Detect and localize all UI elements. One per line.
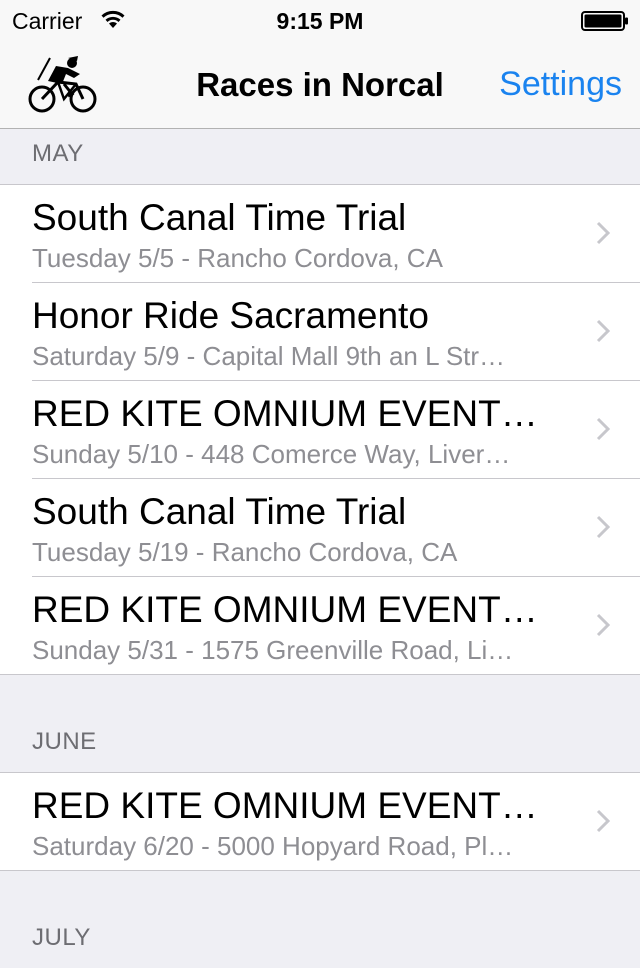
section-header-july: JULY (0, 871, 640, 968)
race-row[interactable]: Honor Ride Sacramento Saturday 5/9 - Cap… (0, 282, 640, 380)
race-row[interactable]: RED KITE OMNIUM EVENT… Sunday 5/31 - 157… (0, 576, 640, 674)
section-title: JUNE (32, 728, 97, 755)
race-row[interactable]: RED KITE OMNIUM EVENT… Saturday 6/20 - 5… (0, 773, 640, 870)
chevron-right-icon (596, 221, 610, 245)
race-subtitle: Saturday 6/20 - 5000 Hopyard Road, Pl… (32, 831, 514, 861)
race-title: RED KITE OMNIUM EVENT… (32, 393, 538, 434)
race-title: South Canal Time Trial (32, 197, 407, 238)
race-title: South Canal Time Trial (32, 491, 407, 532)
race-subtitle: Sunday 5/10 - 448 Comerce Way, Liver… (32, 439, 511, 469)
race-list[interactable]: MAY South Canal Time Trial Tuesday 5/5 -… (0, 129, 640, 968)
chevron-right-icon (596, 417, 610, 441)
race-title: Honor Ride Sacramento (32, 295, 429, 336)
race-title: RED KITE OMNIUM EVENT… (32, 589, 538, 630)
navigation-bar: Races in Norcal Settings (0, 40, 640, 129)
chevron-right-icon (596, 319, 610, 343)
race-subtitle: Saturday 5/9 - Capital Mall 9th an L Str… (32, 341, 506, 371)
race-title: RED KITE OMNIUM EVENT… (32, 785, 538, 826)
race-row[interactable]: RED KITE OMNIUM EVENT… Sunday 5/10 - 448… (0, 380, 640, 478)
status-time: 9:15 PM (276, 8, 364, 34)
chevron-right-icon (596, 515, 610, 539)
battery-icon (581, 11, 628, 31)
section-title: MAY (32, 140, 84, 167)
section-group-may: South Canal Time Trial Tuesday 5/5 - Ran… (0, 184, 640, 675)
status-bar: Carrier 9:15 PM (0, 0, 640, 40)
chevron-right-icon (596, 613, 610, 637)
settings-button[interactable]: Settings (499, 65, 622, 104)
race-subtitle: Sunday 5/31 - 1575 Greenville Road, Li… (32, 635, 514, 665)
race-row[interactable]: South Canal Time Trial Tuesday 5/19 - Ra… (0, 478, 640, 576)
race-subtitle: Tuesday 5/19 - Rancho Cordova, CA (32, 537, 458, 567)
section-header-june: JUNE (0, 675, 640, 772)
section-header-may: MAY (0, 129, 640, 184)
section-group-june: RED KITE OMNIUM EVENT… Saturday 6/20 - 5… (0, 772, 640, 871)
section-title: JULY (32, 924, 91, 951)
race-row[interactable]: South Canal Time Trial Tuesday 5/5 - Ran… (0, 185, 640, 282)
race-subtitle: Tuesday 5/5 - Rancho Cordova, CA (32, 243, 443, 273)
chevron-right-icon (596, 809, 610, 833)
